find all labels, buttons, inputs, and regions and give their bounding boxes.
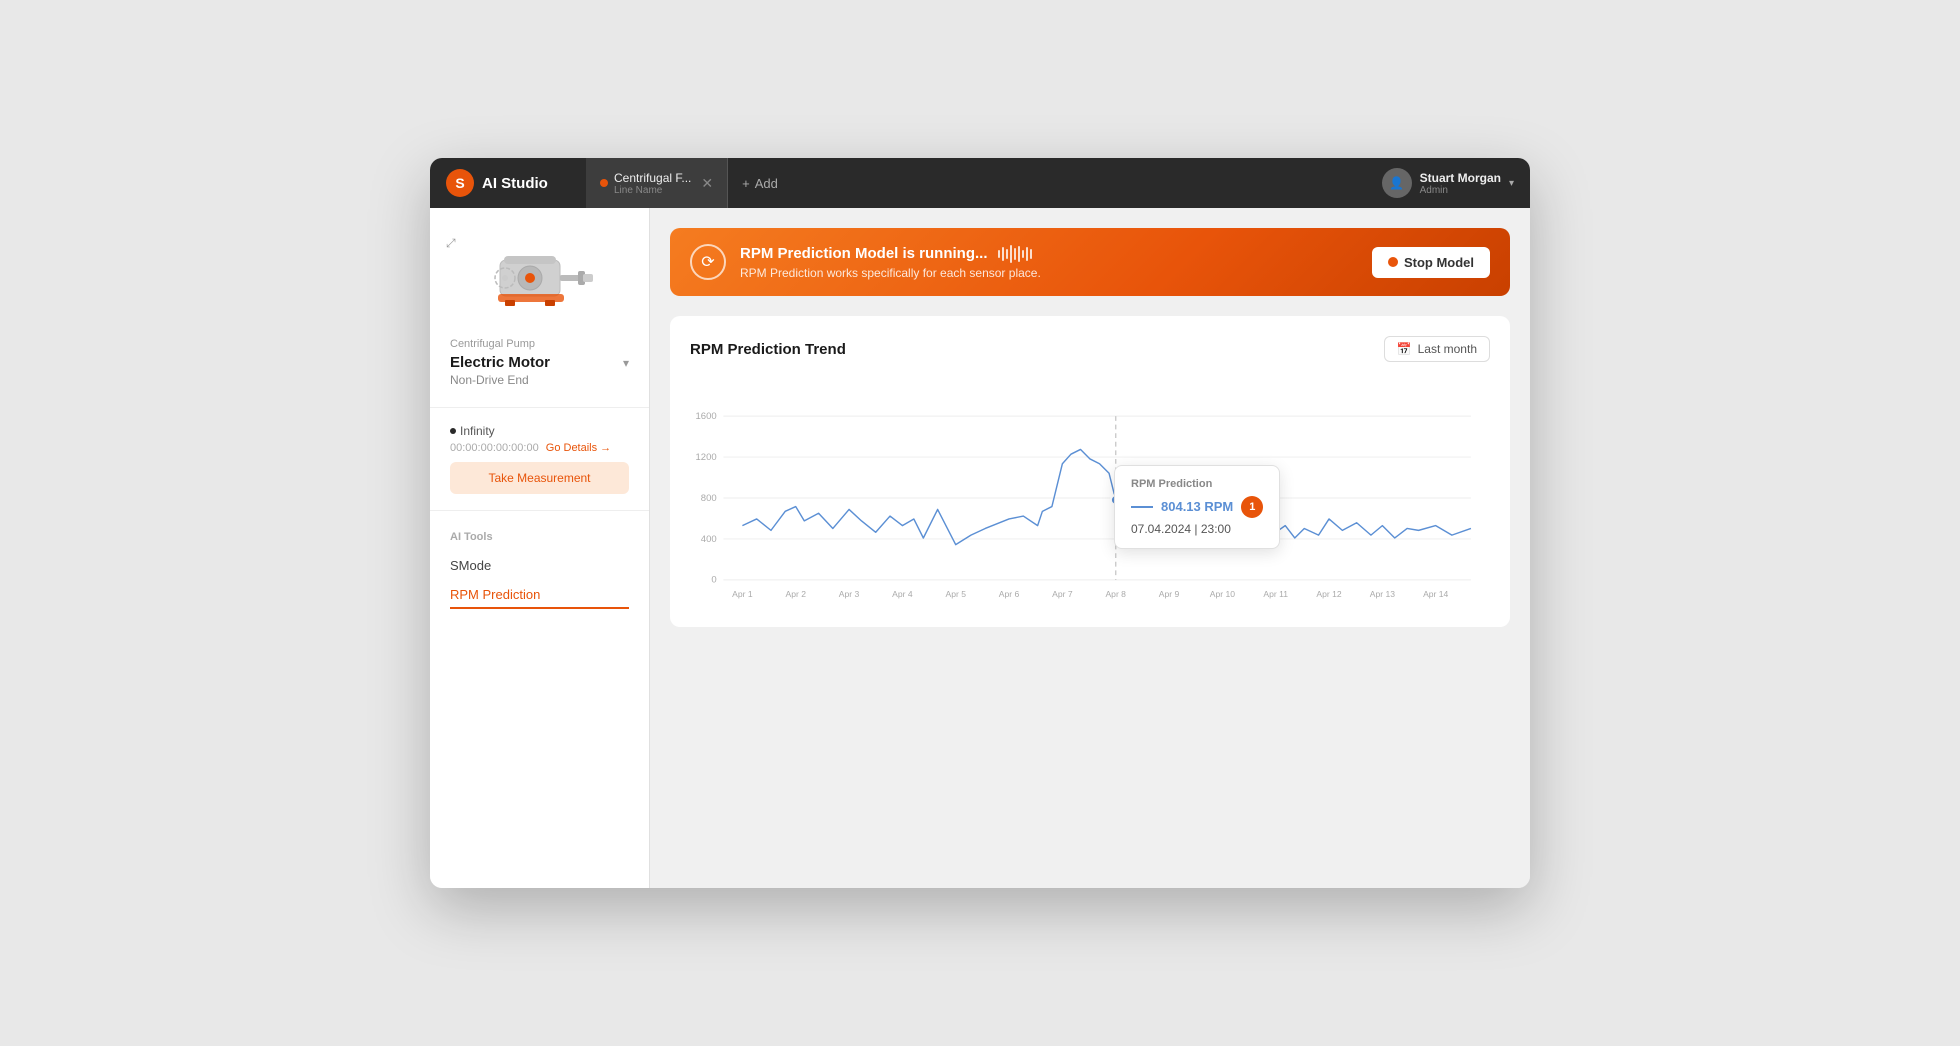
svg-text:Apr 12: Apr 12 xyxy=(1316,589,1341,599)
top-bar-right: 👤 Stuart Morgan Admin ▾ xyxy=(1382,168,1514,198)
sidebar-item-rpm-prediction[interactable]: RPM Prediction xyxy=(450,580,629,609)
svg-text:800: 800 xyxy=(701,493,717,504)
svg-text:Apr 7: Apr 7 xyxy=(1052,589,1073,599)
chart-header: RPM Prediction Trend 📅 Last month xyxy=(690,336,1490,362)
device-name-row: Electric Motor ▾ xyxy=(450,354,629,371)
content-area: ⟳ RPM Prediction Model is running... xyxy=(650,208,1530,888)
expand-icon[interactable]: ⤢ xyxy=(446,236,456,251)
brand-name: AI Studio xyxy=(482,175,548,192)
divider-1 xyxy=(430,407,649,408)
waveform-icon xyxy=(998,245,1032,263)
user-avatar: 👤 xyxy=(1382,168,1412,198)
plus-icon: + xyxy=(742,176,750,191)
svg-text:Apr 11: Apr 11 xyxy=(1263,589,1288,599)
chart-card: RPM Prediction Trend 📅 Last month 0 400 … xyxy=(670,316,1510,627)
svg-text:Apr 13: Apr 13 xyxy=(1370,589,1395,599)
svg-text:Apr 8: Apr 8 xyxy=(1105,589,1126,599)
svg-text:Apr 1: Apr 1 xyxy=(732,589,753,599)
svg-text:0: 0 xyxy=(711,575,716,586)
svg-text:Apr 3: Apr 3 xyxy=(839,589,860,599)
stop-model-button[interactable]: Stop Model xyxy=(1372,247,1490,278)
svg-text:Apr 6: Apr 6 xyxy=(999,589,1020,599)
alert-subtitle: RPM Prediction works specifically for ea… xyxy=(740,266,1041,280)
alert-title: RPM Prediction Model is running... xyxy=(740,245,1041,263)
measurement-section: Infinity 00:00:00:00:00:00 Go Details → … xyxy=(430,412,649,506)
alert-left: ⟳ RPM Prediction Model is running... xyxy=(690,244,1041,280)
take-measurement-button[interactable]: Take Measurement xyxy=(450,462,629,494)
user-role: Admin xyxy=(1420,185,1501,196)
tabs-area: Centrifugal F... Line Name ✕ + Add xyxy=(586,158,1382,208)
sidebar-item-smode[interactable]: SMode xyxy=(450,551,629,580)
go-details-link[interactable]: Go Details → xyxy=(546,442,611,454)
rpm-chart: 0 400 800 1200 1600 Apr 1 Apr 2 xyxy=(690,378,1490,607)
svg-text:1600: 1600 xyxy=(696,411,717,422)
measurement-label: Infinity xyxy=(450,424,629,438)
svg-text:400: 400 xyxy=(701,534,717,545)
add-tab-button[interactable]: + Add xyxy=(728,158,792,208)
device-category: Centrifugal Pump xyxy=(450,338,629,350)
active-tab[interactable]: Centrifugal F... Line Name ✕ xyxy=(586,158,728,208)
tab-close-icon[interactable]: ✕ xyxy=(701,175,713,192)
svg-text:Apr 14: Apr 14 xyxy=(1423,589,1448,599)
alert-model-icon: ⟳ xyxy=(690,244,726,280)
chart-title: RPM Prediction Trend xyxy=(690,341,846,358)
device-info: Centrifugal Pump Electric Motor ▾ Non-Dr… xyxy=(430,338,649,403)
user-menu[interactable]: 👤 Stuart Morgan Admin ▾ xyxy=(1382,168,1514,198)
main-layout: ⤢ xyxy=(430,208,1530,888)
user-text-block: Stuart Morgan Admin xyxy=(1420,171,1501,196)
svg-text:1200: 1200 xyxy=(696,452,717,463)
device-end: Non-Drive End xyxy=(450,373,629,387)
sidebar: ⤢ xyxy=(430,208,650,888)
infinity-label: Infinity xyxy=(460,424,495,438)
svg-text:Apr 5: Apr 5 xyxy=(945,589,966,599)
svg-text:Apr 4: Apr 4 xyxy=(892,589,913,599)
add-tab-label: Add xyxy=(755,176,778,191)
device-name: Electric Motor xyxy=(450,354,550,371)
svg-text:Apr 2: Apr 2 xyxy=(785,589,806,599)
machine-image-area: ⤢ xyxy=(430,228,649,338)
tab-title: Centrifugal F... xyxy=(614,171,691,185)
date-filter-label: Last month xyxy=(1418,342,1477,356)
chart-wrapper: 0 400 800 1200 1600 Apr 1 Apr 2 xyxy=(690,378,1490,607)
user-chevron-icon: ▾ xyxy=(1509,178,1514,189)
ai-tools-section: AI Tools SMode RPM Prediction xyxy=(430,515,649,617)
user-name: Stuart Morgan xyxy=(1420,171,1501,185)
brand-logo: S xyxy=(446,169,474,197)
tab-text: Centrifugal F... Line Name xyxy=(614,171,691,196)
alert-banner: ⟳ RPM Prediction Model is running... xyxy=(670,228,1510,296)
machine-illustration xyxy=(470,238,610,318)
date-filter-button[interactable]: 📅 Last month xyxy=(1384,336,1490,362)
ai-tools-label: AI Tools xyxy=(450,531,629,543)
divider-2 xyxy=(430,510,649,511)
alert-text: RPM Prediction Model is running... xyxy=(740,245,1041,280)
tab-subtitle: Line Name xyxy=(614,185,691,196)
brand-area: S AI Studio xyxy=(446,169,586,197)
dot-indicator xyxy=(450,428,456,434)
device-chevron-icon[interactable]: ▾ xyxy=(623,356,629,370)
svg-text:Apr 10: Apr 10 xyxy=(1210,589,1235,599)
stop-btn-icon xyxy=(1388,257,1398,267)
svg-text:Apr 9: Apr 9 xyxy=(1159,589,1180,599)
calendar-icon: 📅 xyxy=(1397,342,1412,356)
tab-indicator-dot xyxy=(600,179,608,187)
top-bar: S AI Studio Centrifugal F... Line Name ✕… xyxy=(430,158,1530,208)
measurement-time: 00:00:00:00:00:00 Go Details → xyxy=(450,442,629,454)
